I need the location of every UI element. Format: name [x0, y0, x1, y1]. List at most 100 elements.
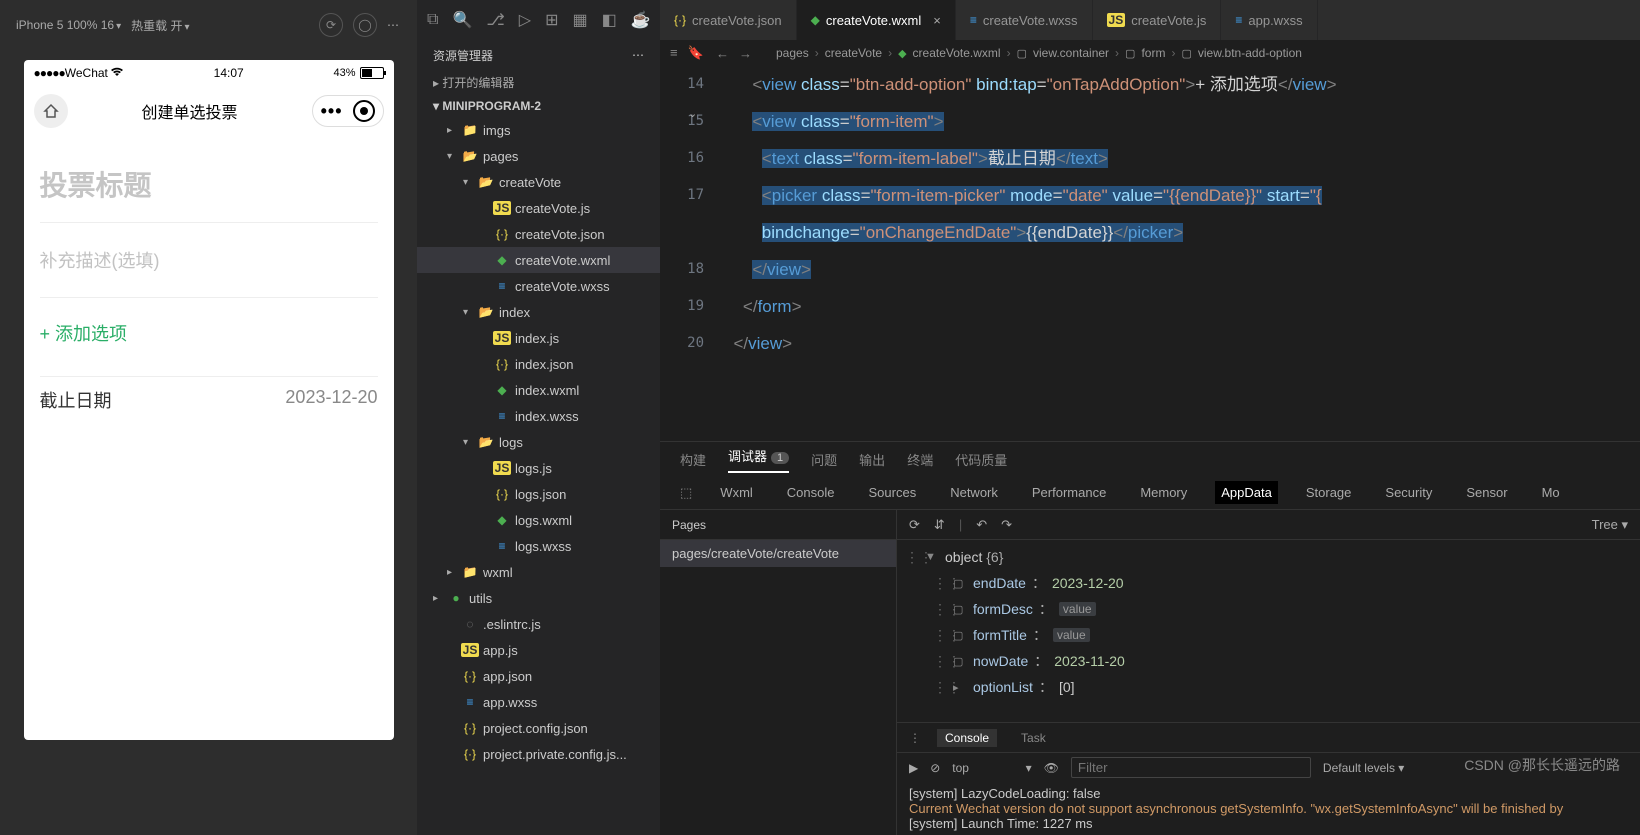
capsule-menu-icon[interactable]: •••: [321, 101, 343, 122]
tree-item-index-js[interactable]: JSindex.js: [417, 325, 660, 351]
devtool-subtab-Security[interactable]: Security: [1379, 481, 1438, 504]
appdata-tree[interactable]: ⋮⋮▼object {6}⋮⋮▢endDate：2023-12-20⋮⋮▢for…: [897, 540, 1640, 722]
devtool-subtab-Wxml[interactable]: Wxml: [714, 481, 759, 504]
end-date-row[interactable]: 截止日期 2023-12-20: [40, 387, 378, 413]
tree-item-createVote-json[interactable]: {·}createVote.json: [417, 221, 660, 247]
redo-icon[interactable]: ↷: [1001, 517, 1012, 533]
cup-icon[interactable]: ☕: [631, 10, 651, 30]
tree-item--eslintrc-js[interactable]: ◌.eslintrc.js: [417, 611, 660, 637]
split-icon[interactable]: ⇵: [934, 517, 945, 533]
tree-item-logs-wxss[interactable]: ≡logs.wxss: [417, 533, 660, 559]
files-icon[interactable]: ⧉: [427, 11, 438, 29]
undo-icon[interactable]: ↶: [976, 517, 987, 533]
devtool-tab-代码质量[interactable]: 代码质量: [955, 450, 1007, 469]
capsule-button[interactable]: •••: [312, 95, 384, 127]
appdata-row-optionList[interactable]: ⋮⋮▸optionList：[0]: [905, 674, 1632, 700]
refresh-icon[interactable]: ⟳: [909, 517, 920, 533]
appdata-row-formTitle[interactable]: ⋮⋮▢formTitle：value: [905, 622, 1632, 648]
devtool-subtab-Storage[interactable]: Storage: [1300, 481, 1358, 504]
tab-createVote-js[interactable]: JScreateVote.js: [1093, 0, 1222, 40]
tree-item-index[interactable]: ▾📂index: [417, 299, 660, 325]
tab-createVote-wxss[interactable]: ≡createVote.wxss: [956, 0, 1093, 40]
add-option-button[interactable]: + 添加选项: [40, 320, 378, 346]
open-editors-section[interactable]: ▸ 打开的编辑器: [417, 70, 660, 95]
breadcrumb-seg[interactable]: pages: [776, 46, 809, 60]
breadcrumb-seg[interactable]: view.btn-add-option: [1198, 46, 1302, 60]
nav-back-icon[interactable]: ←: [716, 46, 729, 61]
code-editor[interactable]: <view class="btn-add-option" bind:tap="o…: [720, 66, 1640, 441]
tree-item-createVote-js[interactable]: JScreateVote.js: [417, 195, 660, 221]
vote-title-input[interactable]: 投票标题: [40, 164, 378, 204]
explorer-more-icon[interactable]: ⋯: [632, 48, 644, 62]
devtool-subtab-Sources[interactable]: Sources: [863, 481, 923, 504]
refresh-icon[interactable]: ⟳: [319, 13, 343, 37]
console-filter-input[interactable]: [1071, 757, 1311, 778]
nav-fwd-icon[interactable]: →: [739, 46, 752, 61]
devtool-tab-输出[interactable]: 输出: [859, 450, 885, 469]
vote-desc-input[interactable]: 补充描述(选填): [40, 247, 378, 273]
appdata-row-endDate[interactable]: ⋮⋮▢endDate：2023-12-20: [905, 570, 1632, 596]
clear-icon[interactable]: ⊘: [930, 761, 940, 775]
devtool-subtab-Mo[interactable]: Mo: [1536, 481, 1566, 504]
tree-item-createVote[interactable]: ▾📂createVote: [417, 169, 660, 195]
levels-selector[interactable]: Default levels ▾: [1323, 761, 1404, 775]
toggle-panel-icon[interactable]: ≡: [670, 45, 678, 61]
console-tab-task[interactable]: Task: [1013, 729, 1054, 747]
tree-item-utils[interactable]: ▸●utils: [417, 585, 660, 611]
breadcrumb-seg[interactable]: createVote: [825, 46, 882, 60]
eye-icon[interactable]: 👁: [1044, 761, 1059, 775]
console-tab-console[interactable]: Console: [937, 729, 997, 747]
tree-item-index-json[interactable]: {·}index.json: [417, 351, 660, 377]
devtool-tab-问题[interactable]: 问题: [811, 450, 837, 469]
breadcrumb-seg[interactable]: view.container: [1033, 46, 1109, 60]
devtool-subtab-Memory[interactable]: Memory: [1134, 481, 1193, 504]
tree-item-logs-wxml[interactable]: ◆logs.wxml: [417, 507, 660, 533]
tab-createVote-json[interactable]: {·}createVote.json: [660, 0, 797, 40]
layout-icon[interactable]: ⊞: [545, 10, 558, 30]
cube-icon[interactable]: ◧: [602, 10, 617, 30]
tree-item-project-private-config-js-[interactable]: {·}project.private.config.js...: [417, 741, 660, 767]
debug-icon[interactable]: ▷: [519, 10, 531, 30]
device-selector[interactable]: iPhone 5 100% 16▾: [16, 18, 121, 32]
breadcrumb-seg[interactable]: form: [1141, 46, 1165, 60]
devtool-subtab-Network[interactable]: Network: [944, 481, 1004, 504]
tree-item-index-wxml[interactable]: ◆index.wxml: [417, 377, 660, 403]
appdata-page-item[interactable]: pages/createVote/createVote: [660, 540, 896, 567]
devtool-tab-终端[interactable]: 终端: [907, 450, 933, 469]
capsule-close-icon[interactable]: [353, 100, 375, 122]
tree-item-wxml[interactable]: ▸📁wxml: [417, 559, 660, 585]
breadcrumb-seg[interactable]: createVote.wxml: [913, 46, 1001, 60]
hot-reload-toggle[interactable]: 热重载 开▾: [131, 17, 189, 34]
context-selector[interactable]: top ▾: [952, 761, 1031, 775]
home-icon[interactable]: [34, 94, 68, 128]
bookmark-icon[interactable]: 🔖: [688, 45, 704, 61]
tree-item-createVote-wxss[interactable]: ≡createVote.wxss: [417, 273, 660, 299]
devtool-subtab-Performance[interactable]: Performance: [1026, 481, 1112, 504]
more-icon[interactable]: ⋯: [387, 18, 401, 32]
devtool-subtab-Sensor[interactable]: Sensor: [1460, 481, 1513, 504]
devtool-subtab-Console[interactable]: Console: [781, 481, 841, 504]
project-section[interactable]: ▾ MINIPROGRAM-2: [417, 95, 660, 117]
git-icon[interactable]: ⎇: [486, 10, 504, 30]
tree-item-app-js[interactable]: JSapp.js: [417, 637, 660, 663]
search-icon[interactable]: 🔍: [452, 10, 472, 30]
tree-item-project-config-json[interactable]: {·}project.config.json: [417, 715, 660, 741]
tree-mode-toggle[interactable]: Tree ▾: [1592, 517, 1628, 533]
devtool-tab-构建[interactable]: 构建: [680, 450, 706, 469]
devtool-tab-调试器[interactable]: 调试器1: [728, 446, 789, 473]
tree-item-app-json[interactable]: {·}app.json: [417, 663, 660, 689]
tab-app-wxss[interactable]: ≡app.wxss: [1221, 0, 1317, 40]
tab-createVote-wxml[interactable]: ◆createVote.wxml×: [797, 0, 956, 40]
grid-icon[interactable]: ▦: [573, 10, 588, 30]
tree-item-index-wxss[interactable]: ≡index.wxss: [417, 403, 660, 429]
tree-item-logs[interactable]: ▾📂logs: [417, 429, 660, 455]
stop-icon[interactable]: ◯: [353, 13, 377, 37]
tree-item-logs-js[interactable]: JSlogs.js: [417, 455, 660, 481]
tree-item-createVote-wxml[interactable]: ◆createVote.wxml: [417, 247, 660, 273]
play-icon[interactable]: ▶: [909, 761, 918, 775]
breadcrumb[interactable]: pages›createVote›◆createVote.wxml›▢view.…: [756, 40, 1322, 66]
tree-item-app-wxss[interactable]: ≡app.wxss: [417, 689, 660, 715]
tree-item-logs-json[interactable]: {·}logs.json: [417, 481, 660, 507]
inspect-icon[interactable]: ⬚: [680, 485, 692, 501]
devtool-subtab-AppData[interactable]: AppData: [1215, 481, 1278, 504]
